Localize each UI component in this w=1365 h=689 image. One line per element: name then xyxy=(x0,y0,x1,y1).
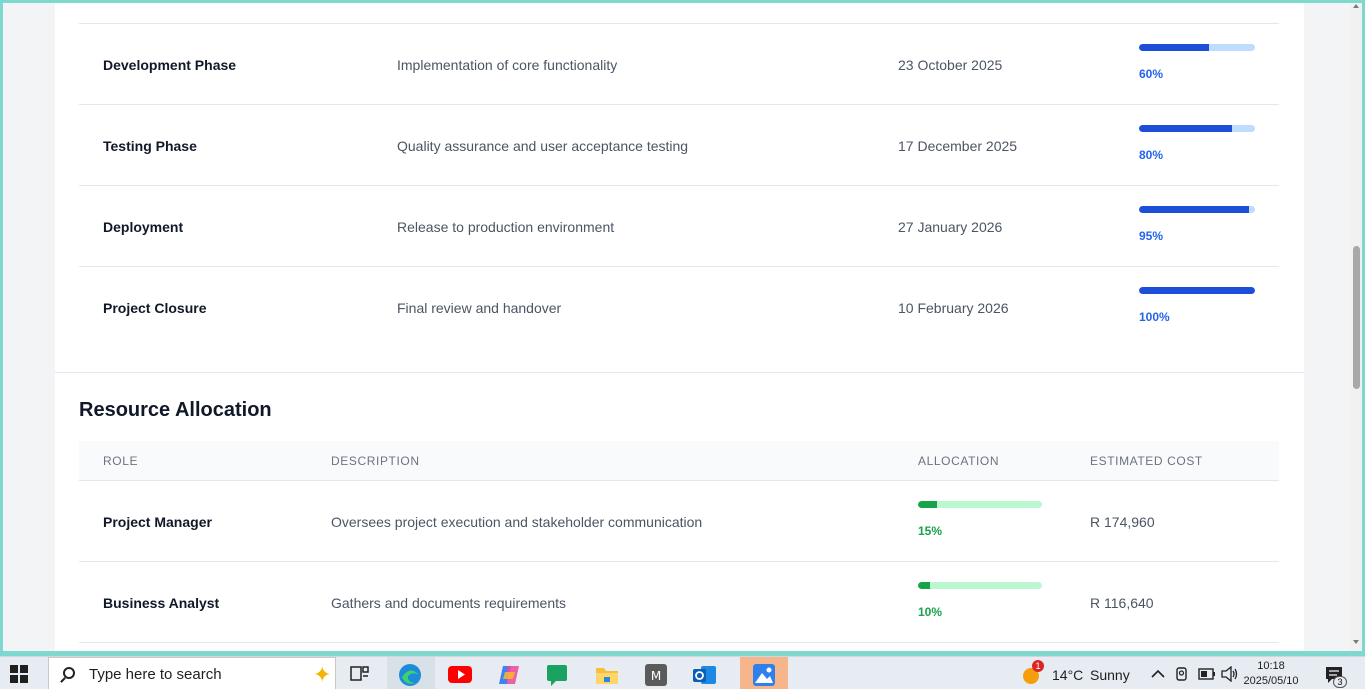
vertical-scrollbar[interactable] xyxy=(1350,0,1362,651)
allocation-fill xyxy=(918,501,937,508)
progress-bar xyxy=(1139,206,1255,213)
app-m-icon[interactable]: M xyxy=(645,664,667,686)
progress-fill xyxy=(1139,206,1250,213)
content-card: Development Phase Implementation of core… xyxy=(55,0,1304,651)
estimated-cost: R 116,640 xyxy=(1090,594,1154,611)
milestone-progress: 100% xyxy=(1139,287,1255,324)
taskbar-search-box[interactable]: Type here to search ✦ xyxy=(48,657,336,689)
copilot-icon[interactable] xyxy=(497,663,521,687)
scroll-down-arrow-icon[interactable] xyxy=(1353,640,1359,644)
role-name: Business Analyst xyxy=(103,594,220,611)
table-row: Testing Phase Quality assurance and user… xyxy=(79,105,1279,186)
copilot-sparkle-icon: ✦ xyxy=(313,662,332,687)
allocation-fill xyxy=(918,582,931,589)
allocation-progress: 15% xyxy=(918,501,1042,538)
search-icon xyxy=(63,667,75,679)
milestone-date: 23 October 2025 xyxy=(898,56,1003,73)
section-divider xyxy=(55,372,1304,373)
milestone-date: 17 December 2025 xyxy=(898,137,1018,154)
task-view-icon[interactable] xyxy=(350,665,370,683)
column-header-description: DESCRIPTION xyxy=(331,454,420,468)
browser-viewport: Development Phase Implementation of core… xyxy=(3,0,1350,651)
scrollbar-thumb[interactable] xyxy=(1353,246,1360,389)
allocation-bar xyxy=(918,582,1042,589)
progress-bar xyxy=(1139,287,1255,294)
milestone-description: Release to production environment xyxy=(397,218,615,235)
taskbar: Type here to search ✦ M 1 14°C Sunny 10:… xyxy=(0,656,1365,689)
svg-text:M: M xyxy=(651,669,661,683)
table-row: Development Phase Implementation of core… xyxy=(79,24,1279,105)
progress-fill xyxy=(1139,125,1232,132)
progress-label: 95% xyxy=(1139,229,1164,243)
volume-icon[interactable] xyxy=(1221,666,1239,682)
allocation-label: 10% xyxy=(918,605,943,619)
milestone-progress: 80% xyxy=(1139,125,1255,162)
table-header: ROLE DESCRIPTION ALLOCATION ESTIMATED CO… xyxy=(79,441,1279,481)
role-description: Oversees project execution and stakehold… xyxy=(331,513,703,530)
role-description: Gathers and documents requirements xyxy=(331,594,567,611)
weather-temperature[interactable]: 14°C xyxy=(1052,667,1083,683)
table-row: Deployment Release to production environ… xyxy=(79,186,1279,267)
progress-fill xyxy=(1139,44,1209,51)
weather-badge: 1 xyxy=(1032,660,1044,672)
table-row-hidden xyxy=(79,0,1279,24)
estimated-cost: R 174,960 xyxy=(1090,513,1155,530)
role-name: Project Manager xyxy=(103,513,212,530)
column-header-allocation: ALLOCATION xyxy=(918,454,1000,468)
photos-icon[interactable] xyxy=(752,663,776,687)
table-row: Project Manager Oversees project executi… xyxy=(79,481,1279,562)
edge-browser-icon[interactable] xyxy=(398,663,422,687)
allocation-bar xyxy=(918,501,1042,508)
allocation-label: 15% xyxy=(918,524,943,538)
column-header-cost: ESTIMATED COST xyxy=(1090,454,1203,468)
windows-start-icon[interactable] xyxy=(10,665,30,683)
table-row: Project Closure Final review and handove… xyxy=(79,267,1279,348)
progress-label: 100% xyxy=(1139,310,1170,324)
progress-fill xyxy=(1139,287,1255,294)
allocation-progress: 10% xyxy=(918,582,1042,619)
system-clock[interactable]: 10:18 2025/05/10 xyxy=(1240,659,1302,689)
chevron-up-icon[interactable] xyxy=(1151,669,1165,679)
clock-time: 10:18 xyxy=(1257,660,1285,672)
milestone-name: Development Phase xyxy=(103,56,237,73)
milestone-progress: 95% xyxy=(1139,206,1255,243)
milestone-name: Deployment xyxy=(103,218,184,235)
column-header-role: ROLE xyxy=(103,454,139,468)
milestone-description: Final review and handover xyxy=(397,299,562,316)
milestone-date: 27 January 2026 xyxy=(898,218,1003,235)
progress-label: 60% xyxy=(1139,67,1164,81)
progress-bar xyxy=(1139,125,1255,132)
milestone-date: 10 February 2026 xyxy=(898,299,1009,316)
clock-date: 2025/05/10 xyxy=(1243,675,1299,687)
progress-bar xyxy=(1139,44,1255,51)
milestone-name: Testing Phase xyxy=(103,137,197,154)
outlook-icon[interactable] xyxy=(693,663,717,687)
milestone-progress: 60% xyxy=(1139,44,1255,81)
meet-camera-icon[interactable] xyxy=(1174,666,1190,682)
youtube-icon[interactable] xyxy=(448,666,472,683)
battery-icon[interactable] xyxy=(1198,668,1216,680)
search-placeholder: Type here to search xyxy=(89,666,222,683)
section-title: Resource Allocation xyxy=(79,399,272,421)
progress-label: 80% xyxy=(1139,148,1164,162)
notification-count-badge: 3 xyxy=(1333,676,1347,688)
weather-condition[interactable]: Sunny xyxy=(1090,667,1130,683)
milestone-description: Quality assurance and user acceptance te… xyxy=(397,137,689,154)
scroll-up-arrow-icon[interactable] xyxy=(1353,4,1359,8)
chat-icon[interactable] xyxy=(546,663,570,687)
table-row: Business Analyst Gathers and documents r… xyxy=(79,562,1279,643)
milestone-name: Project Closure xyxy=(103,299,207,316)
file-explorer-icon[interactable] xyxy=(595,664,619,686)
milestone-description: Implementation of core functionality xyxy=(397,56,618,73)
